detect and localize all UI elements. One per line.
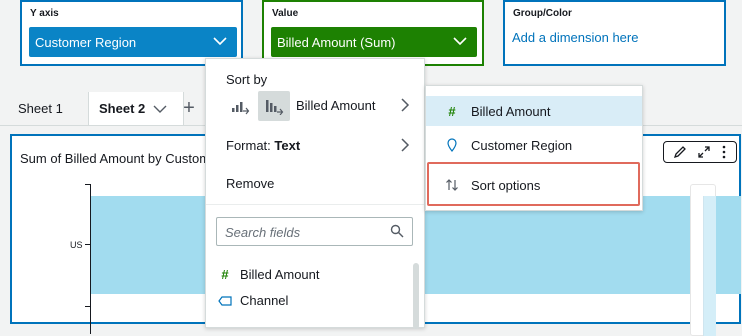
value-field-label: Billed Amount (Sum) bbox=[277, 34, 396, 50]
submenu-item-customer-region[interactable]: Customer Region bbox=[426, 130, 642, 160]
measure-hash-icon: # bbox=[448, 103, 456, 119]
tab-sheet-2[interactable]: Sheet 2 bbox=[88, 92, 184, 125]
group-color-well[interactable]: Group/Color Add a dimension here bbox=[503, 0, 726, 66]
sort-by-label: Sort by bbox=[226, 72, 268, 87]
submenu-item-label: Billed Amount bbox=[471, 103, 551, 119]
pencil-icon[interactable] bbox=[673, 145, 687, 159]
submenu-item-billed-amount[interactable]: # Billed Amount bbox=[426, 96, 642, 126]
field-name: Channel bbox=[240, 293, 289, 308]
add-sheet-button[interactable]: + bbox=[178, 92, 200, 125]
value-well[interactable]: Value Billed Amount (Sum) bbox=[262, 0, 484, 66]
chevron-right-icon[interactable] bbox=[400, 97, 410, 113]
y-axis-line bbox=[90, 184, 91, 334]
tab-sheet-2-label: Sheet 2 bbox=[99, 101, 146, 116]
search-icon[interactable] bbox=[390, 224, 404, 238]
sort-ascending-icon[interactable] bbox=[230, 97, 250, 115]
sort-arrows-icon bbox=[446, 179, 458, 191]
y-axis-field-pill[interactable]: Customer Region bbox=[29, 27, 237, 57]
menu-divider bbox=[206, 204, 424, 205]
value-field-pill[interactable]: Billed Amount (Sum) bbox=[271, 27, 477, 57]
submenu-item-label: Sort options bbox=[471, 177, 541, 193]
visual-scrollbar-thumb[interactable] bbox=[703, 196, 716, 336]
chevron-right-icon[interactable] bbox=[400, 137, 410, 153]
field-name: Billed Amount bbox=[240, 267, 320, 282]
format-label[interactable]: Format: Text bbox=[226, 138, 300, 153]
y-axis-tick bbox=[85, 244, 90, 245]
tab-sheet-1-label: Sheet 1 bbox=[18, 101, 63, 116]
sort-descending-icon bbox=[266, 100, 284, 115]
value-well-label: Value bbox=[272, 8, 299, 19]
y-axis-tick bbox=[85, 306, 90, 307]
sort-field-label[interactable]: Billed Amount bbox=[296, 98, 376, 113]
add-dimension-link[interactable]: Add a dimension here bbox=[512, 30, 638, 45]
field-context-menu: Sort by Billed Amount Format: Text Remov… bbox=[205, 58, 425, 329]
sort-options-menu-item[interactable]: Sort options bbox=[427, 162, 640, 206]
more-options-icon[interactable] bbox=[721, 145, 727, 159]
submenu-item-label: Customer Region bbox=[471, 137, 573, 153]
sort-options-row: Sort options bbox=[429, 170, 638, 200]
chevron-down-icon[interactable] bbox=[153, 104, 167, 114]
chevron-down-icon[interactable] bbox=[213, 35, 227, 47]
visual-title: Sum of Billed Amount by Customer Region bbox=[20, 151, 208, 166]
format-value: Text bbox=[274, 138, 301, 153]
remove-menu-item[interactable]: Remove bbox=[226, 176, 274, 191]
geo-pin-icon bbox=[447, 138, 457, 152]
y-axis-field-label: Customer Region bbox=[35, 34, 137, 50]
tab-sheet-1[interactable]: Sheet 1 bbox=[8, 92, 97, 125]
field-list-item[interactable]: # Billed Amount bbox=[218, 267, 320, 282]
expand-icon[interactable] bbox=[697, 145, 711, 159]
y-axis-well-label: Y axis bbox=[30, 8, 59, 19]
chevron-down-icon[interactable] bbox=[453, 35, 467, 47]
sort-descending-button[interactable] bbox=[258, 91, 290, 121]
y-axis-category-label: US bbox=[70, 240, 83, 250]
group-color-well-label: Group/Color bbox=[513, 8, 572, 19]
measure-hash-icon: # bbox=[221, 267, 229, 282]
search-fields-box[interactable] bbox=[216, 217, 413, 246]
format-label-text: Format: bbox=[226, 138, 271, 153]
visual-toolbar bbox=[663, 141, 737, 163]
dimension-tag-icon bbox=[218, 295, 232, 306]
y-axis-tick bbox=[85, 184, 90, 185]
field-list-scrollbar[interactable] bbox=[413, 263, 419, 329]
y-axis-well[interactable]: Y axis Customer Region bbox=[20, 0, 243, 66]
field-list-item[interactable]: Channel bbox=[218, 293, 288, 308]
search-input[interactable] bbox=[217, 218, 387, 246]
